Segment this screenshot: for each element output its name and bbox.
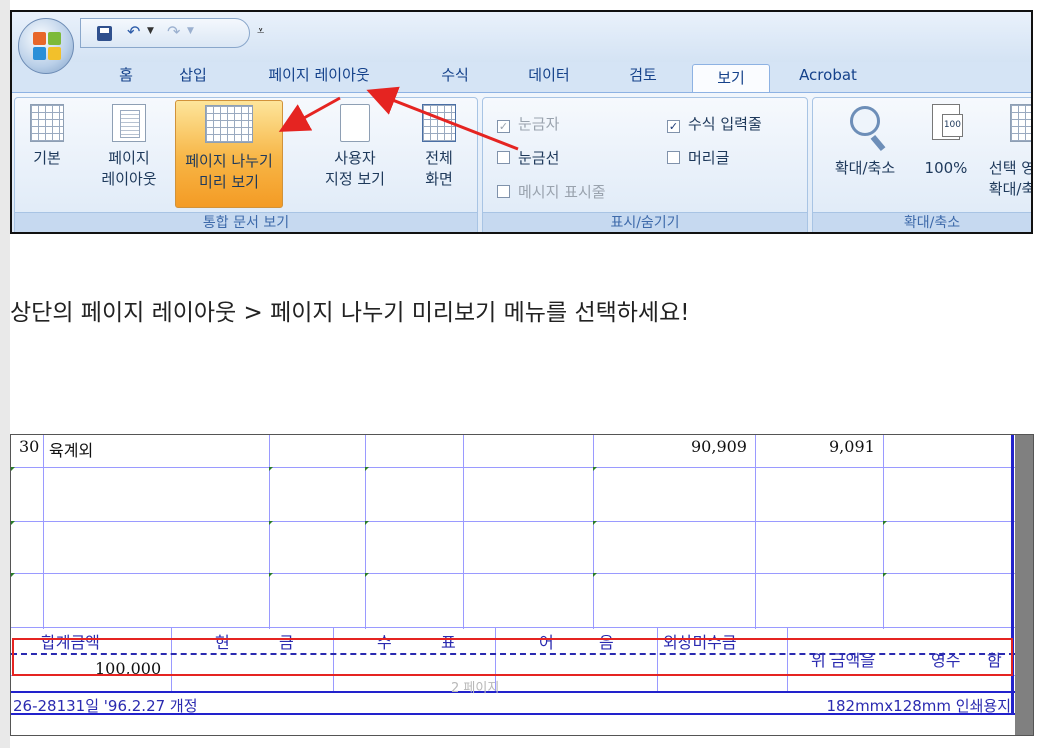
page-break-label-1: 페이지 나누기 <box>185 152 273 170</box>
page-break-preview-screenshot: 30 육계외 90,909 9,091 합계금액 현 금 수 표 어 음 외상미… <box>10 434 1034 736</box>
ruler-check-icon: ✓ <box>497 120 510 133</box>
custom-views-label-2: 지정 보기 <box>325 170 385 188</box>
zoom-selection-icon <box>1010 104 1031 142</box>
page-margin-strip <box>0 0 10 748</box>
quick-access-group: ↶ ▼ ↷ ▼ <box>80 18 250 48</box>
tax-amount: 9,091 <box>829 437 875 456</box>
custom-views-label-1: 사용자 <box>334 149 376 167</box>
quick-access-toolbar: ↶ ▼ ↷ ▼ ⩡ <box>12 12 1031 62</box>
customize-toolbar-icon[interactable]: ⩡ <box>257 24 264 39</box>
gridlines-checkbox[interactable]: 눈금선 <box>497 148 559 168</box>
form-code-footer: 26-28131일 '96.2.27 개정 <box>13 697 198 715</box>
formula-bar-checkbox[interactable]: ✓ 수식 입력줄 <box>667 114 762 134</box>
show-hide-group: ✓ 눈금자 ✓ 수식 입력줄 눈금선 머리글 메시지 표시줄 표시/숨기기 <box>482 97 808 232</box>
zoom-100-label: 100% <box>924 159 968 177</box>
formula-bar-label: 수식 입력줄 <box>688 115 762 133</box>
magnifier-icon <box>850 106 880 136</box>
full-screen-label-2: 화면 <box>425 170 453 188</box>
office-button[interactable] <box>18 18 74 74</box>
zoom-selection-button[interactable]: 선택 영 확대/축 <box>977 104 1033 198</box>
highlight-box <box>12 638 1013 676</box>
page-break-label-2: 미리 보기 <box>199 173 259 191</box>
page-layout-view-button[interactable]: 페이지 레이아웃 <box>87 104 171 194</box>
headings-checkbox[interactable]: 머리글 <box>667 148 729 168</box>
redo-icon[interactable]: ↷ <box>167 22 180 41</box>
worksheet: 30 육계외 90,909 9,091 합계금액 현 금 수 표 어 음 외상미… <box>11 435 1015 735</box>
page-layout-icon <box>112 104 146 142</box>
tab-data[interactable]: 데이터 <box>517 62 581 92</box>
row-number: 30 <box>19 437 40 456</box>
page-border-footer-top <box>11 691 1015 693</box>
zoom-label: 확대/축소 <box>834 159 896 177</box>
redo-dropdown-icon[interactable]: ▼ <box>187 26 194 36</box>
tab-page-layout[interactable]: 페이지 레이아웃 <box>248 62 390 92</box>
custom-views-icon <box>340 104 370 142</box>
zoom-selection-label-2: 확대/축 <box>988 180 1033 198</box>
normal-view-icon <box>30 104 64 142</box>
undo-icon[interactable]: ↶ <box>127 22 140 41</box>
zoom-100-icon: 100 <box>932 104 963 140</box>
ruler-checkbox[interactable]: ✓ 눈금자 <box>497 114 559 134</box>
normal-view-label: 기본 <box>33 149 61 167</box>
page-watermark-label: 2 페이지 <box>451 681 500 696</box>
ribbon-tabs: 홈 삽입 페이지 레이아웃 수식 데이터 검토 보기 Acrobat <box>12 62 1031 94</box>
undo-dropdown-icon[interactable]: ▼ <box>147 26 154 36</box>
normal-view-button[interactable]: 기본 <box>19 104 75 194</box>
supply-amount: 90,909 <box>691 437 747 456</box>
zoom-group-label: 확대/축소 <box>813 212 1031 232</box>
message-bar-label: 메시지 표시줄 <box>518 183 606 201</box>
paper-size-footer: 182mmx128mm 인쇄용지 <box>826 697 1011 715</box>
tab-home[interactable]: 홈 <box>104 62 148 92</box>
save-icon[interactable] <box>97 26 112 41</box>
full-screen-icon <box>422 104 456 142</box>
page-layout-label-2: 레이아웃 <box>101 170 157 188</box>
ruler-label: 눈금자 <box>518 115 560 133</box>
full-screen-button[interactable]: 전체 화면 <box>411 104 467 194</box>
tab-view[interactable]: 보기 <box>692 64 770 94</box>
instruction-text: 상단의 페이지 레이아웃 > 페이지 나누기 미리보기 메뉴를 선택하세요! <box>10 300 690 326</box>
item-name: 육계외 <box>49 441 94 460</box>
headings-label: 머리글 <box>688 149 730 167</box>
zoom-selection-label-1: 선택 영 <box>988 159 1033 177</box>
office-logo-icon <box>33 32 61 60</box>
page-break-preview-icon <box>205 105 253 143</box>
zoom-button[interactable]: 확대/축소 <box>817 104 913 194</box>
tab-insert[interactable]: 삽입 <box>167 62 219 92</box>
zoom-group: 확대/축소 100 100% 선택 영 확대/축 확대/축소 <box>812 97 1033 232</box>
workbook-views-group-label: 통합 문서 보기 <box>15 212 477 232</box>
tab-acrobat[interactable]: Acrobat <box>788 62 868 92</box>
page-layout-label-1: 페이지 <box>108 149 150 167</box>
message-bar-checkbox[interactable]: 메시지 표시줄 <box>497 182 606 202</box>
full-screen-label-1: 전체 <box>425 149 453 167</box>
ribbon-body: 기본 페이지 레이아웃 페이지 나누기 미리 보기 사용자 지정 보기 전체 화… <box>12 92 1033 232</box>
page-break-preview-button[interactable]: 페이지 나누기 미리 보기 <box>175 100 283 208</box>
zoom-100-button[interactable]: 100 100% <box>917 104 975 194</box>
formula-bar-check-icon: ✓ <box>667 120 680 133</box>
custom-views-button[interactable]: 사용자 지정 보기 <box>307 104 403 194</box>
tab-formulas[interactable]: 수식 <box>430 62 480 92</box>
workbook-views-group: 기본 페이지 레이아웃 페이지 나누기 미리 보기 사용자 지정 보기 전체 화… <box>14 97 478 232</box>
gridlines-label: 눈금선 <box>518 149 560 167</box>
excel-ribbon-screenshot: ↶ ▼ ↷ ▼ ⩡ 홈 삽입 페이지 레이아웃 수식 데이터 검토 보기 Acr… <box>10 10 1033 234</box>
show-hide-group-label: 표시/숨기기 <box>483 212 807 232</box>
tab-review[interactable]: 검토 <box>616 62 670 92</box>
